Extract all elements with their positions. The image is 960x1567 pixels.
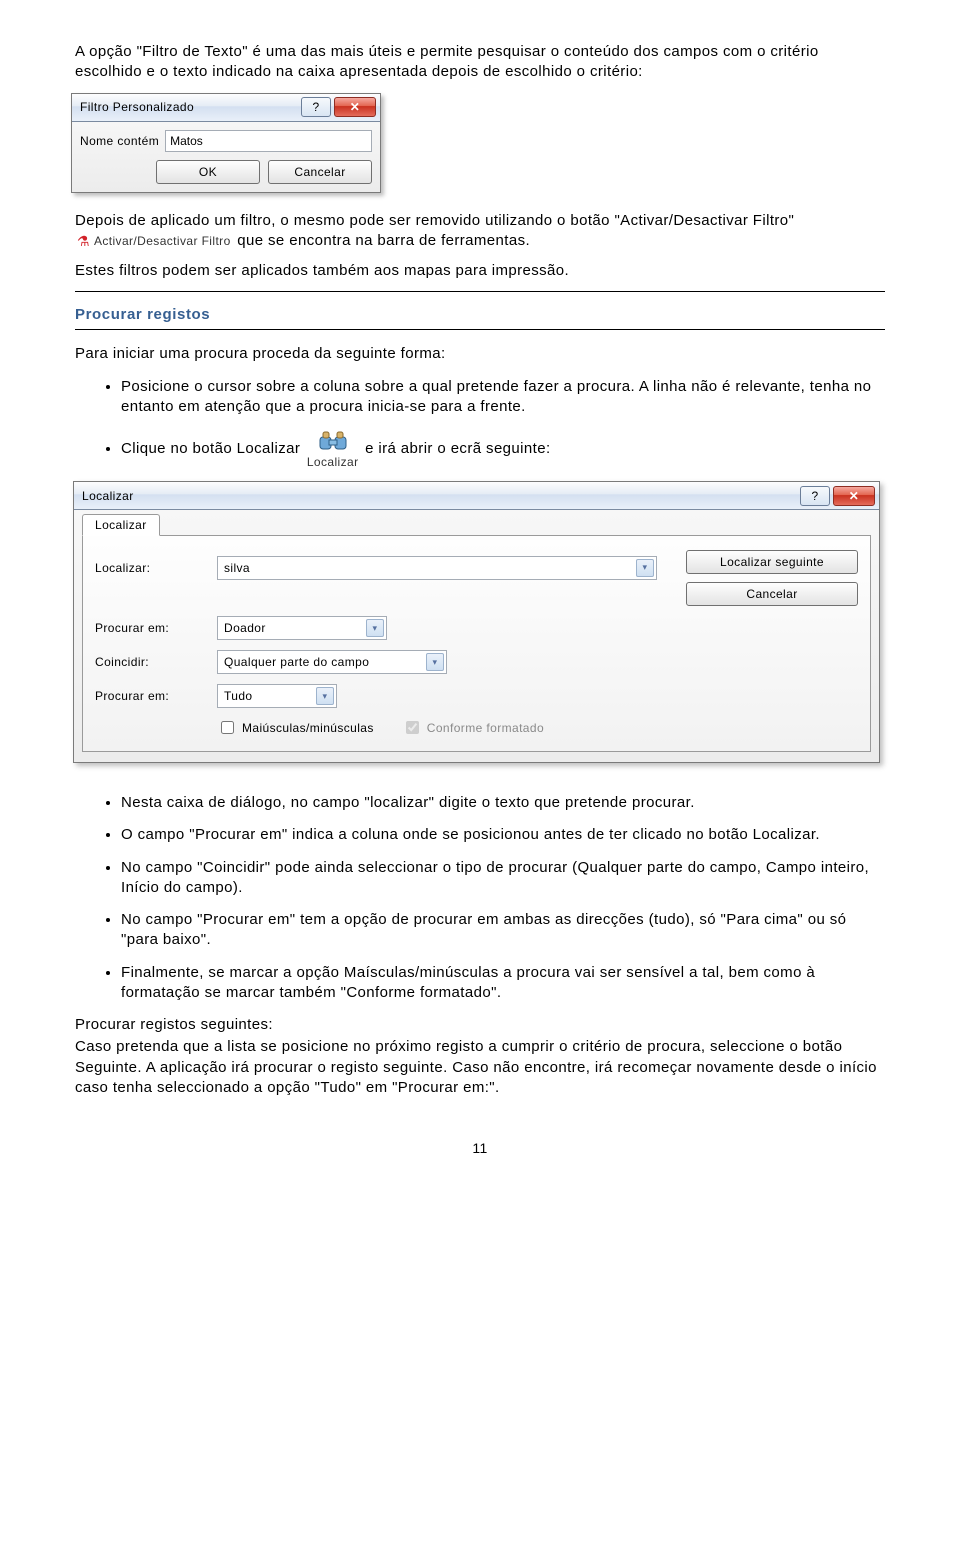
match-format-checkbox: Conforme formatado xyxy=(402,718,544,737)
chevron-down-icon[interactable]: ▾ xyxy=(316,687,334,705)
next-records-body: Caso pretenda que a lista se posicione n… xyxy=(75,1037,885,1098)
filter-field-label: Nome contém xyxy=(80,134,159,148)
localizar-toolbar-button[interactable]: Localizar xyxy=(305,429,361,469)
close-icon[interactable]: ✕ xyxy=(334,97,376,117)
label-coincidir: Coincidir: xyxy=(95,655,205,669)
dialog-title: Filtro Personalizado xyxy=(80,100,298,114)
bullet-localizar-field: Nesta caixa de diálogo, no campo "locali… xyxy=(121,793,885,813)
bullet-case-format: Finalmente, se marcar a opção Maísculas/… xyxy=(121,963,885,1004)
filtro-personalizado-dialog: Filtro Personalizado ? ✕ Nome contém OK … xyxy=(71,93,381,193)
coincidir-select[interactable]: Qualquer parte do campo ▾ xyxy=(217,650,447,674)
procurar-heading: Procurar registos xyxy=(75,306,885,323)
localizar-dialog: Localizar ? ✕ Localizar Localizar: silva… xyxy=(73,481,880,763)
localizar-label: Localizar xyxy=(307,455,359,469)
dialog-title: Localizar xyxy=(82,489,134,503)
section-divider xyxy=(75,291,885,292)
funnel-icon: ⚗ xyxy=(77,234,90,248)
ok-button[interactable]: OK xyxy=(156,160,260,184)
bullet-coincidir: No campo "Coincidir" pode ainda seleccio… xyxy=(121,858,885,899)
next-records-heading: Procurar registos seguintes: xyxy=(75,1015,885,1035)
localizar-input[interactable]: silva ▾ xyxy=(217,556,657,580)
dialog-titlebar[interactable]: Localizar ? ✕ xyxy=(74,482,879,510)
chevron-down-icon[interactable]: ▾ xyxy=(366,619,384,637)
filter-value-input[interactable] xyxy=(165,130,372,152)
after-filter-paragraph: Depois de aplicado um filtro, o mesmo po… xyxy=(75,211,885,252)
help-icon[interactable]: ? xyxy=(301,97,331,117)
label-procurar-em-column: Procurar em: xyxy=(95,621,205,635)
bullet-click-localizar: Clique no botão Localizar Localizar e ir… xyxy=(121,429,885,469)
cancel-button[interactable]: Cancelar xyxy=(686,582,858,606)
dialog-titlebar[interactable]: Filtro Personalizado ? ✕ xyxy=(72,94,380,122)
help-icon[interactable]: ? xyxy=(800,486,830,506)
close-icon[interactable]: ✕ xyxy=(833,486,875,506)
bullet-position-cursor: Posicione o cursor sobre a coluna sobre … xyxy=(121,377,885,418)
find-next-button[interactable]: Localizar seguinte xyxy=(686,550,858,574)
page-number: 11 xyxy=(75,1140,885,1156)
toggle-filter-toolbar-button[interactable]: ⚗ Activar/Desactivar Filtro xyxy=(75,233,233,249)
section-divider xyxy=(75,329,885,330)
case-sensitive-checkbox[interactable]: Maiúsculas/minúsculas xyxy=(217,718,374,737)
bullet-procurar-em-column: O campo "Procurar em" indica a coluna on… xyxy=(121,825,885,845)
binoculars-icon xyxy=(317,429,349,455)
chevron-down-icon[interactable]: ▾ xyxy=(636,559,654,577)
toggle-filter-label: Activar/Desactivar Filtro xyxy=(94,234,231,248)
procurar-em-direction-select[interactable]: Tudo ▾ xyxy=(217,684,337,708)
procurar-em-column-select[interactable]: Doador ▾ xyxy=(217,616,387,640)
label-localizar: Localizar: xyxy=(95,561,205,575)
bullet-procurar-em-direction: No campo "Procurar em" tem a opção de pr… xyxy=(121,910,885,951)
label-procurar-em-direction: Procurar em: xyxy=(95,689,205,703)
tab-localizar[interactable]: Localizar xyxy=(82,514,160,536)
intro-paragraph: A opção "Filtro de Texto" é uma das mais… xyxy=(75,42,885,83)
map-filters-paragraph: Estes filtros podem ser aplicados também… xyxy=(75,261,885,281)
chevron-down-icon[interactable]: ▾ xyxy=(426,653,444,671)
procurar-intro-paragraph: Para iniciar uma procura proceda da segu… xyxy=(75,344,885,364)
cancel-button[interactable]: Cancelar xyxy=(268,160,372,184)
